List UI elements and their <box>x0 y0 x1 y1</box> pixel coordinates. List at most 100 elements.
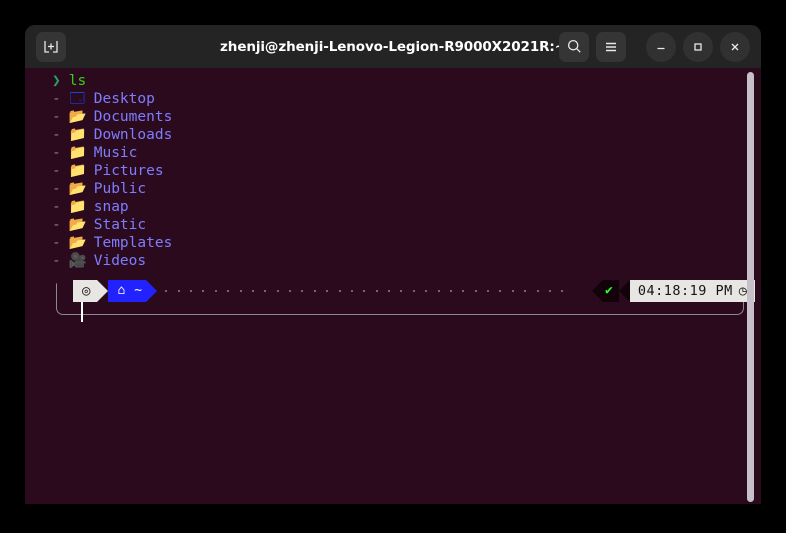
listing-row: - 📁 snap <box>52 198 761 216</box>
folder-open-icon: 📂 <box>68 181 87 197</box>
titlebar-left-controls <box>36 31 66 62</box>
close-icon <box>731 43 739 50</box>
powerline-right: ✔ 04:18:19 PM ◷ <box>592 280 756 302</box>
filler-dot <box>437 290 440 292</box>
segment-separator-4 <box>618 280 630 302</box>
filler-dot <box>289 290 292 292</box>
dotted-filler <box>157 280 571 302</box>
filler-dot <box>177 290 180 292</box>
filler-dot <box>400 290 403 292</box>
home-icon: ⌂ <box>117 283 126 298</box>
filler-dot <box>190 290 193 292</box>
filler-dot <box>536 290 539 292</box>
filler-dot <box>363 290 366 292</box>
filler-dot <box>227 290 230 292</box>
directory-name: Videos <box>93 253 147 269</box>
filler-dot <box>239 290 242 292</box>
bullet-dash: - <box>52 217 61 233</box>
listing-row: - 📁 Pictures <box>52 162 761 180</box>
filler-dot <box>165 290 168 292</box>
listing-row: - 📁 Music <box>52 144 761 162</box>
filler-dot <box>561 290 564 292</box>
close-button[interactable] <box>720 31 750 62</box>
listing-row: - 📂 Public <box>52 180 761 198</box>
folder-music-icon: 📁 <box>68 145 87 161</box>
search-icon <box>567 39 581 53</box>
minimize-icon <box>657 47 665 49</box>
segment-separator-1 <box>97 280 109 302</box>
filler-dot <box>251 290 254 292</box>
listing-row: - 📂 Templates <box>52 234 761 252</box>
filler-dot <box>548 290 551 292</box>
filler-dot <box>524 290 527 292</box>
directory-name: Downloads <box>93 127 173 143</box>
listing-row: - 🗔 Desktop <box>52 90 761 108</box>
path-text: ~ <box>134 283 143 298</box>
directory-listing: - 🗔 Desktop - 📂 Documents - 📁 Downloads - 📁 Music - 📁… <box>52 90 761 270</box>
vertical-scrollbar[interactable] <box>747 72 754 502</box>
bullet-dash: - <box>52 145 61 161</box>
search-button[interactable] <box>559 31 589 62</box>
maximize-button[interactable] <box>683 31 713 62</box>
folder-download-icon: 📁 <box>68 127 87 143</box>
directory-name: snap <box>93 199 129 215</box>
status-segment: ✔ <box>603 280 619 302</box>
title-bar: zhenji@zhenji-Lenovo-Legion-R9000X2021R:… <box>25 25 761 68</box>
prompt-area: ◎ ⌂ ~ ✔ 04:18:19 PM ◷ <box>52 280 761 324</box>
minimize-button[interactable] <box>646 31 676 62</box>
filler-dot <box>264 290 267 292</box>
folder-pictures-icon: 📁 <box>68 163 87 179</box>
bullet-dash: - <box>52 109 61 125</box>
filler-dot <box>313 290 316 292</box>
filler-dot <box>388 290 391 292</box>
segment-separator-2 <box>146 280 158 302</box>
path-segment: ⌂ ~ <box>108 280 147 302</box>
menu-button[interactable] <box>596 31 626 62</box>
terminal-window: zhenji@zhenji-Lenovo-Legion-R9000X2021R:… <box>25 25 761 504</box>
ubuntu-logo-icon: ◎ <box>82 283 91 299</box>
bullet-dash: - <box>52 235 61 251</box>
bullet-dash: - <box>52 127 61 143</box>
hamburger-menu-icon <box>606 42 616 51</box>
bullet-dash: - <box>52 163 61 179</box>
folder-video-icon: 🎥 <box>68 253 87 269</box>
filler-dot <box>449 290 452 292</box>
listing-row: - 🎥 Videos <box>52 252 761 270</box>
distro-segment: ◎ <box>73 280 98 302</box>
segment-separator-3 <box>592 280 603 302</box>
filler-dot <box>326 290 329 292</box>
listing-row: - 📂 Documents <box>52 108 761 126</box>
time-segment: 04:18:19 PM ◷ <box>629 280 756 302</box>
filler-dot <box>511 290 514 292</box>
check-icon: ✔ <box>605 283 613 298</box>
text-cursor <box>81 302 83 322</box>
command-text: ls <box>68 73 87 89</box>
folder-desktop-icon: 🗔 <box>69 91 86 107</box>
directory-name: Desktop <box>93 91 155 107</box>
bullet-dash: - <box>52 253 61 269</box>
filler-dot <box>425 290 428 292</box>
filler-dot <box>214 290 217 292</box>
folder-open-icon: 📂 <box>68 217 87 233</box>
maximize-icon <box>694 42 702 51</box>
filler-dot <box>474 290 477 292</box>
new-tab-button[interactable] <box>36 31 66 62</box>
folder-icon: 📁 <box>68 199 87 215</box>
listing-row: - 📁 Downloads <box>52 126 761 144</box>
directory-name: Pictures <box>93 163 164 179</box>
folder-open-icon: 📂 <box>68 235 87 251</box>
directory-name: Templates <box>93 235 173 251</box>
terminal-output[interactable]: ❯ ls - 🗔 Desktop - 📂 Documents - 📁 Downloads - 📁 Mu… <box>25 68 761 504</box>
filler-dot <box>338 290 341 292</box>
filler-dot <box>412 290 415 292</box>
directory-name: Music <box>93 145 138 161</box>
directory-name: Public <box>93 181 147 197</box>
prompt-symbol: ❯ <box>52 73 61 89</box>
folder-open-icon: 📂 <box>68 109 87 125</box>
filler-dot <box>499 290 502 292</box>
filler-dot <box>462 290 465 292</box>
listing-row: - 📂 Static <box>52 216 761 234</box>
new-tab-icon <box>44 40 58 53</box>
bullet-dash: - <box>52 91 61 107</box>
bullet-dash: - <box>52 199 61 215</box>
